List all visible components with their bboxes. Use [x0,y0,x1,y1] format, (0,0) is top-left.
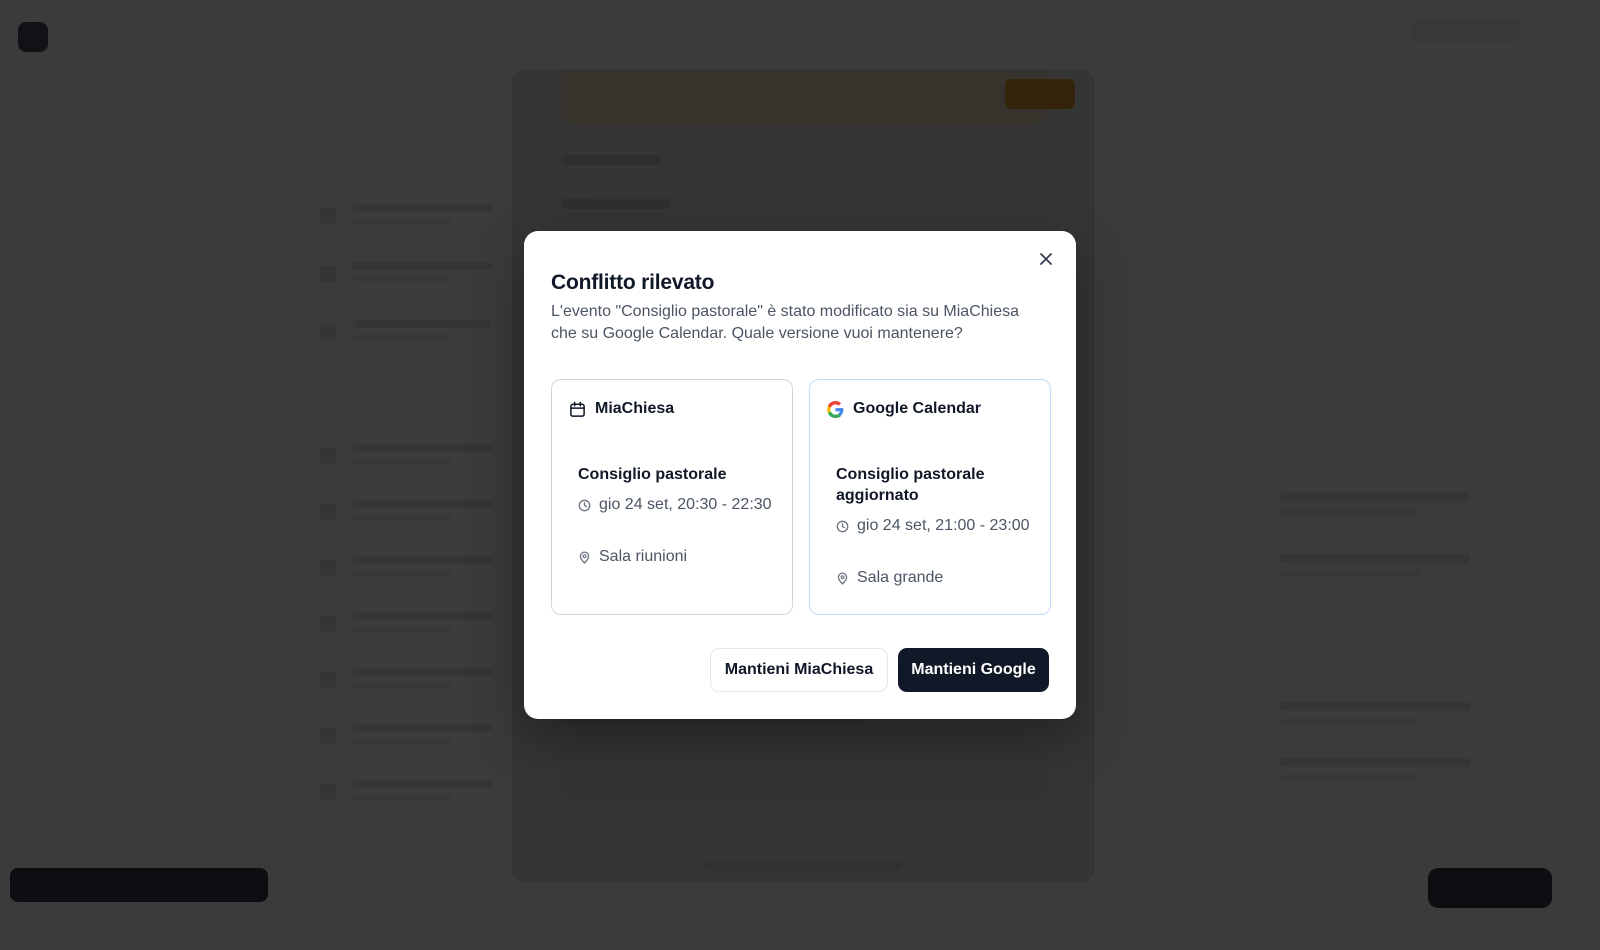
calendar-icon [570,401,585,417]
option-header: Google Calendar [827,400,981,418]
option-header: MiaChiesa [569,400,674,418]
option-source-label: MiaChiesa [595,400,675,417]
option-google-calendar[interactable]: Google Calendar Consiglio pastorale aggi… [809,379,1051,615]
option-location-text: Sala grande [857,569,944,586]
google-icon [827,400,844,418]
keep-google-button[interactable]: Mantieni Google [898,648,1049,692]
location-pin-icon [837,572,848,585]
keep-miachiesa-button[interactable]: Mantieni MiaChiesa [710,648,888,692]
option-event-title: Consiglio pastorale aggiornato [836,466,985,504]
option-datetime: gio 24 set, 21:00 - 23:00 [836,515,1036,537]
option-event-title: Consiglio pastorale [578,466,727,483]
dialog-description: L'evento "Consiglio pastorale" è stato m… [551,303,1019,342]
option-datetime-text: gio 24 set, 21:00 - 23:00 [857,517,1030,534]
clock-icon [836,520,849,533]
option-location-text: Sala riunioni [599,548,688,565]
clock-icon [578,499,591,512]
conflict-dialog: Conflitto rilevato L'evento "Consiglio p… [524,231,1076,719]
option-location: Sala grande [836,567,1036,589]
option-location: Sala riunioni [578,546,778,568]
option-miachiesa[interactable]: MiaChiesa Consiglio pastorale gio 24 set… [551,379,793,615]
location-pin-icon [579,551,590,564]
option-datetime-text: gio 24 set, 20:30 - 22:30 [599,496,772,513]
option-source-label: Google Calendar [853,400,982,417]
dialog-title: Conflitto rilevato [551,271,715,294]
close-icon [1040,253,1052,265]
option-datetime: gio 24 set, 20:30 - 22:30 [578,494,778,516]
close-button[interactable] [1034,247,1058,271]
